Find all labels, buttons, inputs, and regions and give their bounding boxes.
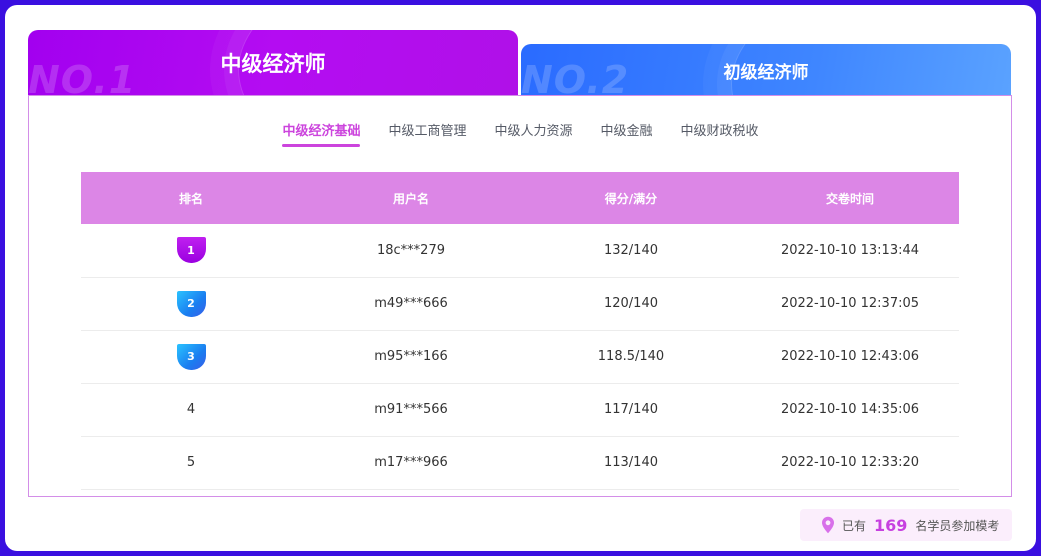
table-row: 4 m91***566 117/140 2022-10-10 14:35:06 — [81, 383, 959, 437]
rank-cell: 5 — [81, 436, 301, 490]
username-cell: m17***966 — [301, 436, 521, 490]
header-rank: 排名 — [178, 191, 203, 206]
rank-badge-icon: 2 — [176, 290, 206, 317]
tab-intermediate-economist[interactable]: NO.1 中级经济师 — [28, 30, 518, 96]
time-cell: 2022-10-10 13:13:44 — [741, 224, 959, 278]
time-cell: 2022-10-10 14:35:06 — [741, 383, 959, 437]
score-cell: 118.5/140 — [521, 330, 741, 384]
subtab-business-management[interactable]: 中级工商管理 — [374, 120, 480, 147]
time-cell: 2022-10-10 12:43:06 — [741, 330, 959, 384]
subtab-human-resources[interactable]: 中级人力资源 — [480, 120, 586, 147]
ranking-table: 排名 用户名 得分/满分 交卷时间 1 18c***279 132/140 20… — [81, 172, 959, 490]
time-cell: 2022-10-10 12:33:20 — [741, 436, 959, 490]
subtab-finance[interactable]: 中级金融 — [587, 120, 667, 147]
subject-tabs: 中级经济基础 中级工商管理 中级人力资源 中级金融 中级财政税收 — [5, 120, 1036, 147]
table-header-row: 排名 用户名 得分/满分 交卷时间 — [81, 172, 959, 224]
username-cell: m95***166 — [301, 330, 521, 384]
rank-cell: 1 — [81, 224, 301, 278]
participant-count: 169 — [874, 515, 908, 535]
table-row: 3 m95***166 118.5/140 2022-10-10 12:43:0… — [81, 330, 959, 384]
leaderboard-card: NO.1 中级经济师 NO.2 初级经济师 中级经济基础 中级工商管理 中级人力… — [5, 5, 1036, 551]
score-cell: 113/140 — [521, 436, 741, 490]
header-submit-time: 交卷时间 — [825, 191, 874, 206]
participant-count-badge: 已有 169 名学员参加模考 — [800, 509, 1012, 541]
tab-watermark: NO.1 — [28, 58, 137, 96]
rank-cell: 3 — [81, 330, 301, 384]
header-score: 得分/满分 — [604, 191, 658, 206]
username-cell: 18c***279 — [301, 224, 521, 278]
location-pin-icon — [822, 516, 834, 534]
username-cell: m91***566 — [301, 383, 521, 437]
username-cell: m49***666 — [301, 277, 521, 331]
tab-label: 中级经济师 — [220, 52, 326, 76]
score-cell: 132/140 — [521, 224, 741, 278]
header-username: 用户名 — [392, 191, 429, 206]
time-cell: 2022-10-10 12:37:05 — [741, 277, 959, 331]
tab-junior-economist[interactable]: NO.2 初级经济师 — [521, 44, 1011, 96]
rank-cell: 4 — [81, 383, 301, 437]
subtab-economic-basics[interactable]: 中级经济基础 — [268, 120, 374, 147]
table-row: 5 m17***966 113/140 2022-10-10 12:33:20 — [81, 436, 959, 490]
participant-suffix: 名学员参加模考 — [915, 518, 1000, 533]
score-cell: 120/140 — [521, 277, 741, 331]
tab-label: 初级经济师 — [723, 62, 809, 83]
table-row: 2 m49***666 120/140 2022-10-10 12:37:05 — [81, 277, 959, 331]
participant-prefix: 已有 — [842, 518, 867, 533]
subtab-fiscal-tax[interactable]: 中级财政税收 — [667, 120, 773, 147]
rank-badge-icon: 1 — [176, 237, 206, 264]
rank-badge-icon: 3 — [176, 343, 206, 370]
score-cell: 117/140 — [521, 383, 741, 437]
panel-divider — [28, 95, 1012, 96]
table-row: 1 18c***279 132/140 2022-10-10 13:13:44 — [81, 224, 959, 278]
tab-watermark: NO.2 — [521, 58, 630, 96]
rank-cell: 2 — [81, 277, 301, 331]
